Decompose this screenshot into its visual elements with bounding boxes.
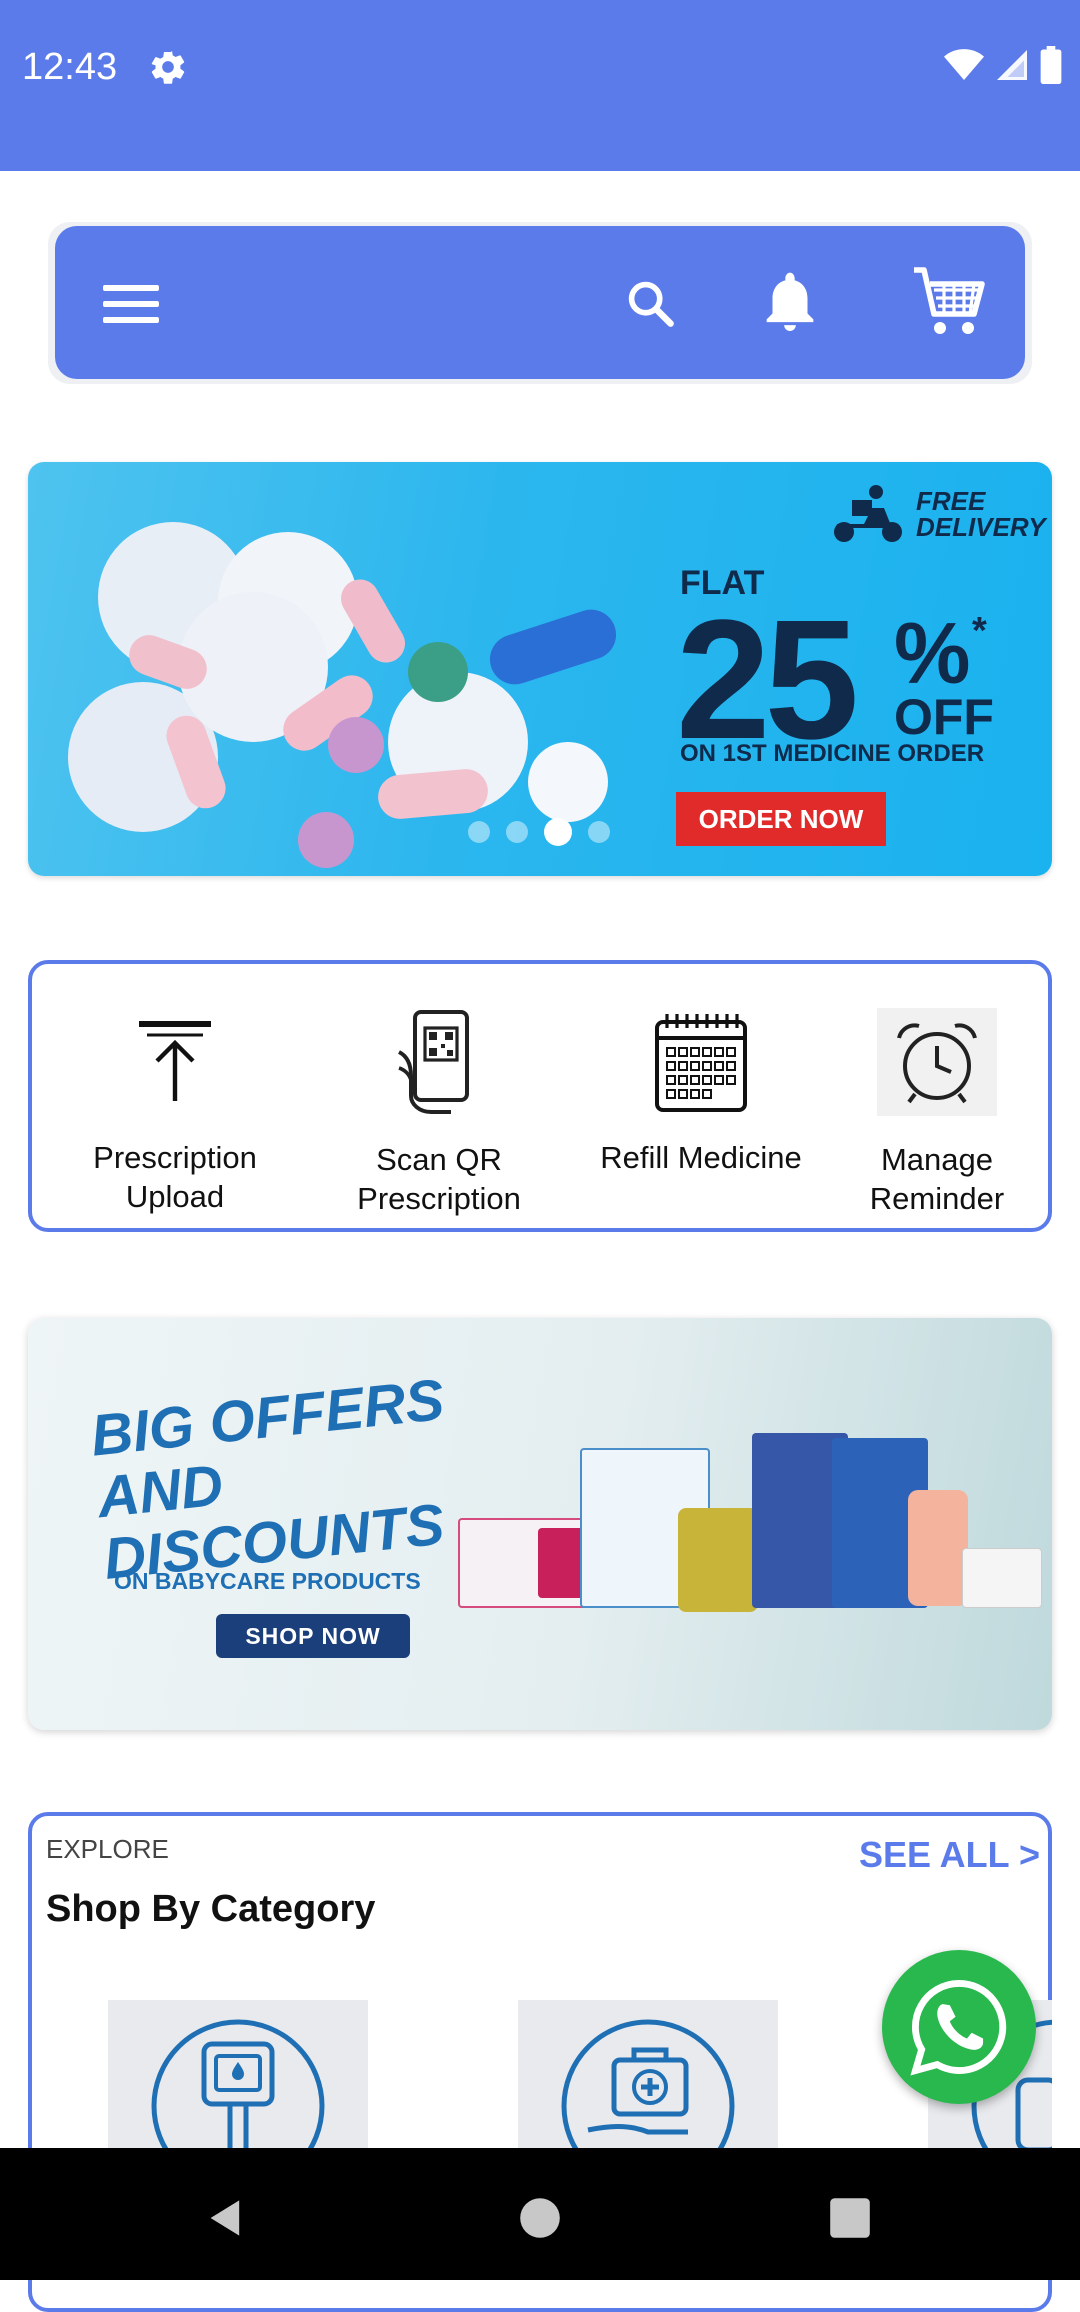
babycare-banner[interactable]: BIG OFFERS AND DISCOUNTS ON BABYCARE PRO… bbox=[28, 1318, 1052, 1730]
refill-medicine-button[interactable]: Refill Medicine bbox=[576, 964, 826, 1228]
menu-icon[interactable] bbox=[95, 272, 167, 334]
promo-subtitle: ON 1ST MEDICINE ORDER bbox=[680, 740, 985, 767]
scooter-icon bbox=[834, 485, 902, 542]
carousel-indicator bbox=[468, 818, 610, 846]
promo-off: OFF bbox=[894, 689, 994, 745]
whatsapp-button[interactable] bbox=[882, 1950, 1036, 2104]
scan-qr-button[interactable]: Scan QR Prescription bbox=[314, 964, 564, 1228]
quick-action-label: Manage Reminder bbox=[869, 1142, 1005, 1216]
babycare-subtitle: ON BABYCARE PRODUCTS bbox=[114, 1568, 421, 1594]
free-delivery-badge: FREE DELIVERY bbox=[828, 484, 1046, 544]
status-bar: 12:43 bbox=[0, 0, 1080, 171]
medical-kit-icon bbox=[561, 2019, 735, 2160]
category-card[interactable] bbox=[108, 2000, 368, 2160]
home-icon[interactable] bbox=[510, 2188, 570, 2248]
bell-icon[interactable] bbox=[755, 266, 825, 340]
upload-icon bbox=[115, 1008, 235, 1116]
carousel-dot[interactable] bbox=[588, 821, 610, 843]
section-eyebrow: EXPLORE bbox=[46, 1834, 169, 1864]
manage-reminder-button[interactable]: Manage Reminder bbox=[812, 964, 1062, 1228]
recents-icon[interactable] bbox=[820, 2188, 880, 2248]
whatsapp-icon bbox=[910, 1980, 1007, 2076]
quick-action-label: Prescription Upload bbox=[93, 1140, 257, 1214]
order-now-button[interactable]: ORDER NOW bbox=[676, 792, 886, 846]
promo-asterisk: * bbox=[972, 610, 987, 652]
free-delivery-text: FREE DELIVERY bbox=[916, 486, 1046, 542]
category-card[interactable] bbox=[518, 2000, 778, 2160]
system-nav-bar bbox=[0, 2148, 1080, 2280]
quick-action-label: Scan QR Prescription bbox=[357, 1142, 521, 1216]
promo-banner[interactable]: FREE DELIVERY FLAT 25 % * OFF ON 1ST MED… bbox=[28, 462, 1052, 876]
shop-now-button[interactable]: SHOP NOW bbox=[216, 1614, 410, 1658]
quick-action-label: Refill Medicine bbox=[600, 1140, 802, 1175]
system-icons bbox=[944, 46, 1062, 84]
carousel-dot[interactable] bbox=[468, 821, 490, 843]
app-bar bbox=[55, 226, 1025, 379]
qr-scan-icon bbox=[379, 1008, 499, 1116]
carousel-dot-active[interactable] bbox=[544, 818, 572, 846]
search-icon[interactable] bbox=[615, 270, 685, 336]
section-title: Shop By Category bbox=[46, 1888, 376, 1930]
battery-icon bbox=[1040, 46, 1062, 84]
see-all-link[interactable]: SEE ALL > bbox=[859, 1834, 1040, 1876]
calendar-icon bbox=[641, 1008, 761, 1116]
settings-icon bbox=[148, 47, 188, 87]
cart-icon[interactable] bbox=[905, 260, 995, 344]
back-icon[interactable] bbox=[196, 2188, 256, 2248]
diagnostic-device-icon bbox=[151, 2019, 325, 2160]
signal-icon bbox=[997, 50, 1027, 80]
status-time: 12:43 bbox=[22, 46, 118, 88]
alarm-clock-icon bbox=[877, 1008, 997, 1116]
wifi-icon bbox=[944, 49, 984, 80]
carousel-dot[interactable] bbox=[506, 821, 528, 843]
quick-actions-card: Prescription Upload Scan QR Prescription… bbox=[28, 960, 1052, 1232]
prescription-upload-button[interactable]: Prescription Upload bbox=[50, 964, 300, 1228]
